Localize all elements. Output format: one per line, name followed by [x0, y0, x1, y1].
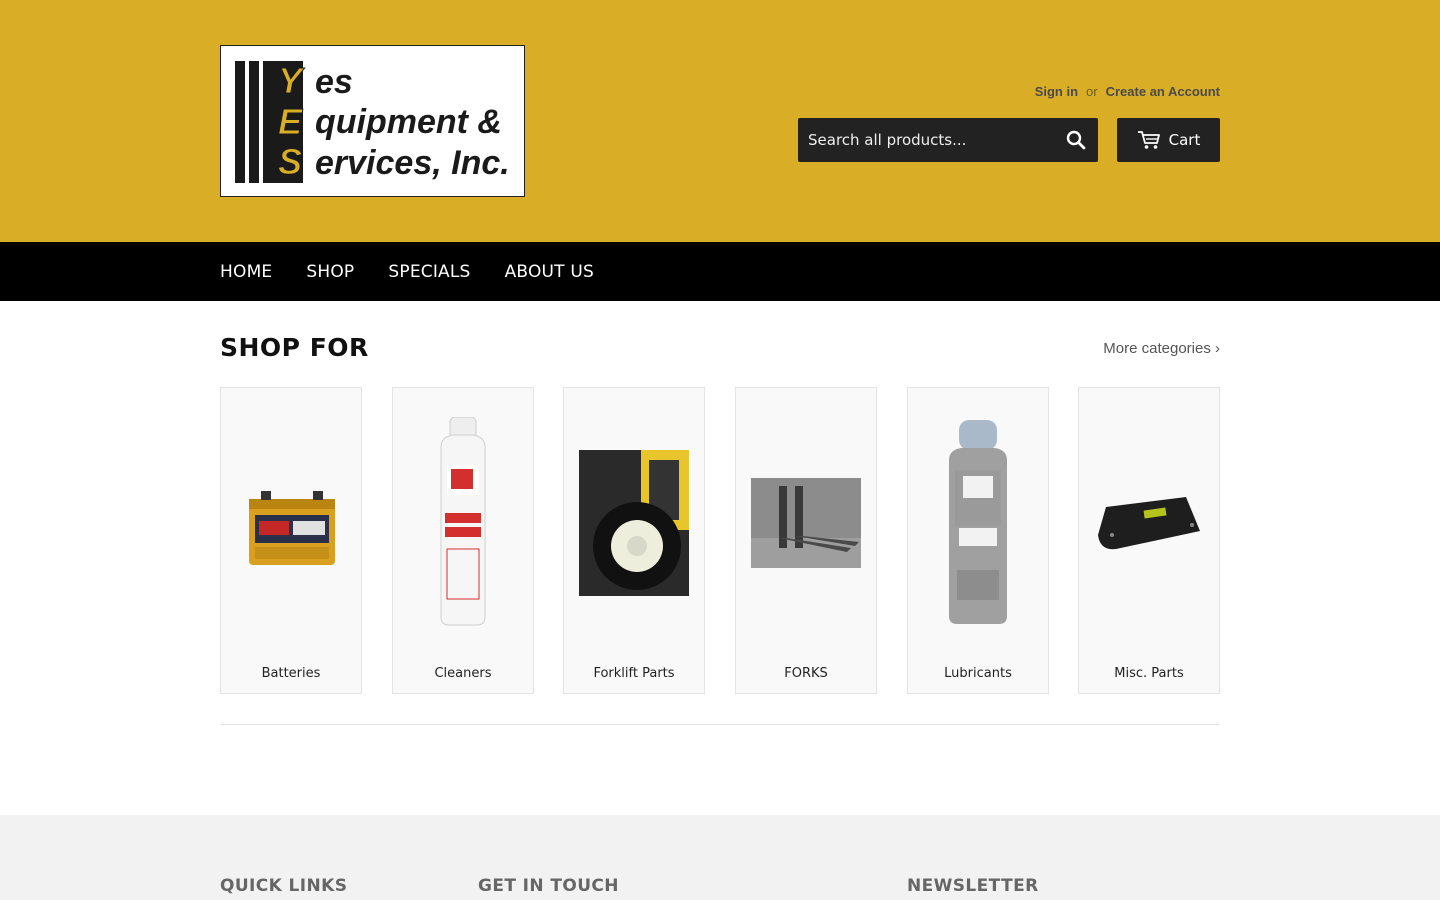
category-card-batteries[interactable]: Batteries — [220, 387, 362, 694]
category-image-forks — [736, 388, 876, 658]
sign-in-link[interactable]: Sign in — [1035, 84, 1078, 99]
category-image-forklift-parts — [564, 388, 704, 658]
battery-image — [249, 491, 335, 565]
logo-word-es: es — [315, 63, 353, 101]
footer-heading-get-in-touch: GET IN TOUCH — [478, 876, 619, 896]
category-label: Misc. Parts — [1114, 666, 1184, 681]
nav-item-shop[interactable]: SHOP — [306, 262, 354, 282]
category-label: FORKS — [784, 666, 828, 681]
category-grid: Batteries Cleaners Forklift Parts FORKS … — [220, 387, 1220, 694]
section-divider — [220, 724, 1220, 725]
category-card-misc-parts[interactable]: Misc. Parts — [1078, 387, 1220, 694]
category-image-misc-parts — [1079, 388, 1219, 658]
search-form — [798, 118, 1098, 162]
misc-part-image — [1098, 497, 1200, 550]
logo-word-ervices: ervices, Inc. — [315, 144, 510, 182]
forklift-wheel-image — [579, 450, 689, 596]
cart-button[interactable]: Cart — [1117, 118, 1220, 162]
logo-letter-s: S — [277, 141, 303, 182]
search-icon — [1066, 130, 1086, 150]
footer-heading-newsletter: NEWSLETTER — [907, 876, 1039, 896]
or-text: or — [1086, 84, 1098, 99]
create-account-link[interactable]: Create an Account — [1106, 84, 1220, 99]
forks-image — [751, 478, 861, 568]
category-card-forklift-parts[interactable]: Forklift Parts — [563, 387, 705, 694]
search-input[interactable] — [798, 118, 1054, 162]
lubricant-can-image — [949, 420, 1007, 624]
logo-word-quipment: quipment & — [315, 103, 502, 141]
logo-letter-y: Y — [277, 60, 303, 101]
category-label: Forklift Parts — [593, 666, 675, 681]
category-card-lubricants[interactable]: Lubricants — [907, 387, 1049, 694]
category-label: Cleaners — [434, 666, 492, 681]
category-card-forks[interactable]: FORKS — [735, 387, 877, 694]
site-header: Y E S es quipment & ervices, Inc. Sign i… — [0, 0, 1440, 242]
category-image-cleaners — [393, 388, 533, 658]
category-image-lubricants — [908, 388, 1048, 658]
nav-item-about-us[interactable]: ABOUT US — [505, 262, 594, 282]
account-links: Sign in or Create an Account — [1035, 84, 1220, 99]
site-logo[interactable]: Y E S es quipment & ervices, Inc. — [220, 45, 525, 197]
site-footer: QUICK LINKS GET IN TOUCH NEWSLETTER — [0, 815, 1440, 900]
cart-label: Cart — [1168, 131, 1201, 149]
main-nav: HOME SHOP SPECIALS ABOUT US — [0, 242, 1440, 301]
more-categories-link[interactable]: More categories › — [1103, 340, 1220, 357]
cart-icon — [1137, 131, 1160, 149]
nav-item-specials[interactable]: SPECIALS — [388, 262, 470, 282]
category-label: Batteries — [261, 666, 321, 681]
category-image-batteries — [221, 388, 361, 658]
section-title: SHOP FOR — [220, 333, 369, 362]
category-card-cleaners[interactable]: Cleaners — [392, 387, 534, 694]
nav-item-home[interactable]: HOME — [220, 262, 272, 282]
logo-letter-e: E — [277, 101, 303, 142]
category-label: Lubricants — [944, 666, 1012, 681]
footer-heading-quick-links: QUICK LINKS — [220, 876, 348, 896]
cleaner-can-image — [440, 417, 486, 626]
search-button[interactable] — [1054, 118, 1098, 162]
